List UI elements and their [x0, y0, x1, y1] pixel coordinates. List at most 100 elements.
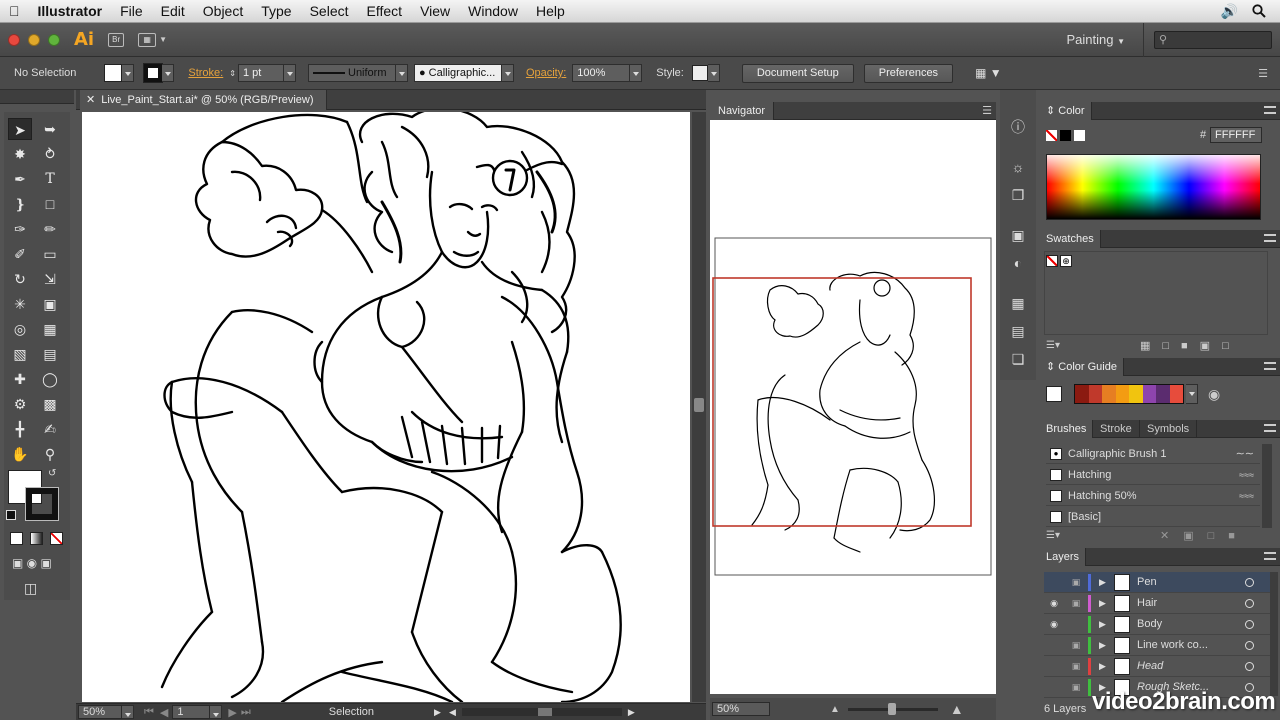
layer-row[interactable]: ◉ ▣ ▶ Hair — [1044, 593, 1270, 614]
volume-icon[interactable]: 🔊 — [1221, 3, 1238, 20]
zoom-level-field[interactable]: 50% — [78, 705, 122, 719]
close-tab-icon[interactable]: ✕ — [86, 94, 95, 106]
harmony-colors[interactable] — [1074, 384, 1184, 404]
first-artboard-button[interactable]: ⏮ — [144, 706, 154, 719]
harmony-color-7[interactable] — [1169, 385, 1183, 403]
menu-object[interactable]: Object — [194, 0, 252, 23]
graphic-style-swatch[interactable] — [691, 65, 708, 81]
swap-fill-stroke-icon[interactable]: ↺ — [48, 468, 56, 479]
opacity-dropdown[interactable] — [630, 64, 643, 82]
white-swatch[interactable] — [1074, 130, 1085, 141]
default-fill-stroke-icon[interactable] — [6, 510, 16, 520]
layer-name[interactable]: Head — [1137, 656, 1163, 677]
menu-effect[interactable]: Effect — [358, 0, 412, 23]
layers-panel-tab[interactable]: Layers — [1040, 548, 1087, 566]
eyedropper-tool-icon[interactable]: ✚ — [8, 368, 32, 390]
transparency-icon[interactable]: ◐ — [1009, 254, 1027, 272]
layers-scrollbar[interactable] — [1270, 572, 1278, 696]
style-dropdown[interactable] — [707, 64, 720, 82]
selection-tool-icon[interactable]: ➤ — [8, 118, 32, 140]
layer-row[interactable]: ▣ ▶ Head — [1044, 656, 1270, 677]
shape-builder-tool-icon[interactable]: ◎ — [8, 318, 32, 340]
lock-icon[interactable]: ▣ — [1070, 656, 1082, 677]
close-window-button[interactable] — [8, 33, 20, 46]
layer-name[interactable]: Body — [1137, 614, 1162, 635]
fill-dropdown[interactable] — [122, 64, 135, 82]
stroke-tab[interactable]: Stroke — [1093, 420, 1140, 438]
color-panel-tab[interactable]: ⇕ Color — [1040, 102, 1092, 120]
drawing-mode-icon[interactable]: ▣ ◉ ▣ — [12, 556, 52, 570]
navigator-zoom-slider[interactable] — [847, 702, 938, 715]
spotlight-search-icon[interactable] — [1252, 4, 1266, 18]
variable-width-profile[interactable]: Uniform — [307, 64, 396, 82]
free-transform-tool-icon[interactable]: ▣ — [38, 293, 62, 315]
info-icon[interactable]: ⓘ — [1009, 118, 1027, 136]
arrange-icon[interactable]: ▦ ▼ — [975, 66, 1002, 80]
navigator-preview[interactable] — [710, 120, 996, 694]
transform-icon[interactable]: ❏ — [1009, 350, 1027, 368]
stroke-weight-field[interactable]: 1 pt — [237, 64, 284, 82]
navigator-zoom-field[interactable]: 50% — [712, 702, 770, 716]
brush-item[interactable]: Hatching ≈≈≈ — [1046, 465, 1260, 485]
stroke-label[interactable]: Stroke: — [188, 67, 223, 79]
menu-window[interactable]: Window — [459, 0, 527, 23]
target-circle-icon[interactable] — [1245, 662, 1254, 671]
color-spectrum[interactable] — [1046, 154, 1261, 220]
zoom-window-button[interactable] — [48, 33, 60, 46]
next-artboard-button[interactable]: ▶ — [228, 706, 236, 719]
blob-brush-tool-icon[interactable]: ✐ — [8, 243, 32, 265]
brush-definition[interactable]: ● Calligraphic... — [413, 64, 502, 82]
black-swatch[interactable] — [1060, 130, 1071, 141]
scroll-thumb[interactable] — [694, 398, 704, 412]
hand-tool-icon[interactable]: ✋ — [8, 443, 32, 465]
rotate-tool-icon[interactable]: ↻ — [8, 268, 32, 290]
tools-panel-header[interactable] — [0, 90, 74, 104]
lasso-tool-icon[interactable]: ⥁ — [38, 143, 62, 165]
artboard-tool-icon[interactable]: ╋ — [8, 418, 32, 440]
visibility-eye-icon[interactable]: ◉ — [1048, 614, 1060, 635]
blend-tool-icon[interactable]: ◯ — [38, 368, 62, 390]
harmony-color-4[interactable] — [1129, 385, 1143, 403]
artboard-canvas[interactable] — [82, 112, 690, 702]
slice-tool-icon[interactable]: ✍ — [38, 418, 62, 440]
layer-row[interactable]: ▣ ▶ Line work co... — [1044, 635, 1270, 656]
color-guide-panel-menu-icon[interactable] — [1264, 362, 1276, 370]
status-menu-arrow[interactable]: ▶ — [434, 707, 441, 718]
harmony-color-1[interactable] — [1088, 385, 1102, 403]
navigator-menu-icon[interactable]: ☰ — [982, 104, 992, 117]
artboard-number-field[interactable]: 1 — [172, 705, 211, 719]
minimize-window-button[interactable] — [28, 33, 40, 46]
document-tab[interactable]: ✕ Live_Paint_Start.ai* @ 50% (RGB/Preview… — [80, 90, 327, 110]
vertical-scrollbar[interactable] — [692, 112, 706, 702]
type-tool-icon[interactable]: T — [38, 168, 62, 190]
target-circle-icon[interactable] — [1245, 599, 1254, 608]
profile-dropdown[interactable] — [395, 64, 408, 82]
menu-app-name[interactable]: Illustrator — [29, 0, 112, 23]
target-circle-icon[interactable] — [1245, 578, 1254, 587]
color-panel-menu-icon[interactable] — [1264, 106, 1276, 114]
paintbrush-tool-icon[interactable]: ✑ — [8, 218, 32, 240]
swatches-panel-tab[interactable]: Swatches — [1040, 230, 1101, 248]
eraser-tool-icon[interactable]: ▭ — [38, 243, 62, 265]
stroke-weight-dropdown[interactable] — [283, 64, 296, 82]
direct-selection-tool-icon[interactable]: ➥ — [38, 118, 62, 140]
swatch-libraries-icon[interactable]: ☰▾ — [1046, 340, 1060, 351]
perspective-grid-tool-icon[interactable]: ▦ — [38, 318, 62, 340]
brush-item[interactable]: [Basic] — [1046, 507, 1260, 527]
target-circle-icon[interactable] — [1245, 641, 1254, 650]
fill-color-swatch[interactable] — [104, 64, 123, 82]
zoom-tool-icon[interactable]: ⚲ — [38, 443, 62, 465]
layer-name[interactable]: Line work co... — [1137, 635, 1208, 656]
screen-mode-icon[interactable]: ◫ — [24, 580, 37, 597]
zoom-in-icon[interactable]: ▲ — [950, 701, 964, 717]
artboard-dropdown[interactable] — [210, 705, 223, 719]
stroke-stepper-icon[interactable]: ⇕ — [229, 69, 236, 78]
chevron-down-icon[interactable]: ▼ — [159, 35, 167, 44]
workspace-switcher[interactable]: Painting ▼ — [1066, 22, 1144, 57]
arrange-documents-icon[interactable]: ▦ — [138, 32, 157, 47]
target-circle-icon[interactable] — [1245, 620, 1254, 629]
menu-help[interactable]: Help — [527, 0, 574, 23]
color-mode-button[interactable] — [10, 532, 23, 545]
layer-row[interactable]: ▣ ▶ Pen — [1044, 572, 1270, 593]
graphic-styles-icon[interactable]: ❐ — [1009, 186, 1027, 204]
